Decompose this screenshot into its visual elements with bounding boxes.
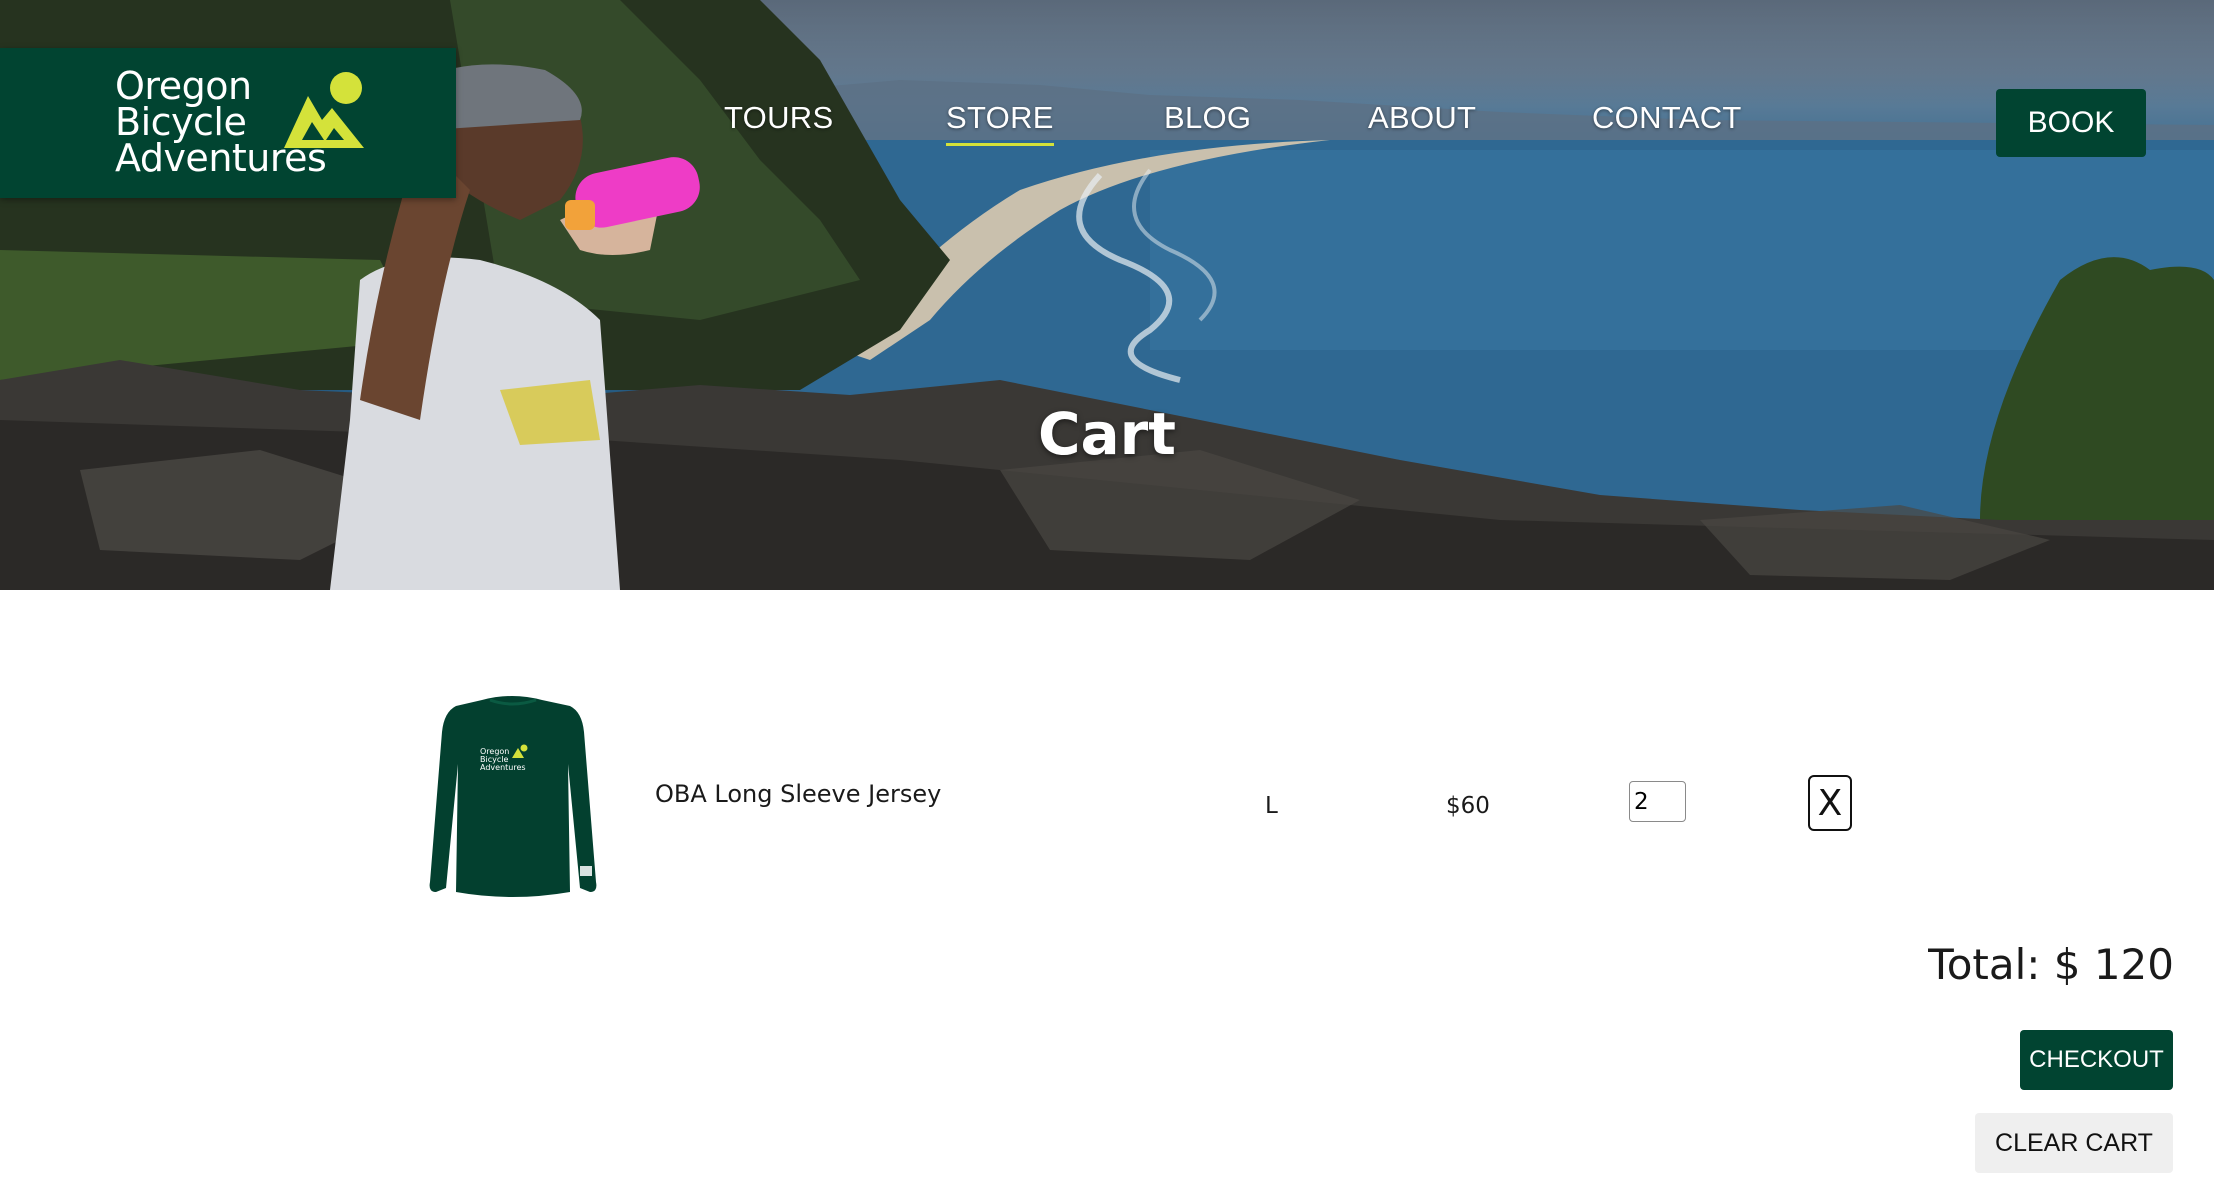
clear-cart-button[interactable]: CLEAR CART (1975, 1113, 2173, 1173)
book-button[interactable]: BOOK (1996, 89, 2146, 157)
logo-line-adventures: Adventures (115, 136, 327, 180)
cart-item-price: $60 (1446, 793, 1490, 819)
cart-total: Total: $ 120 (1928, 940, 2174, 989)
checkout-button[interactable]: CHECKOUT (2020, 1030, 2173, 1090)
site-logo[interactable]: Oregon Bicycle Adventures (0, 48, 456, 198)
nav-tours[interactable]: TOURS (724, 100, 833, 136)
quantity-input[interactable] (1629, 781, 1686, 822)
logo-line-oregon: Oregon (115, 64, 252, 108)
cart-item-size: L (1265, 793, 1278, 819)
logo-wordmark: Oregon Bicycle Adventures (115, 64, 327, 180)
mountain-sun-icon (284, 72, 364, 148)
nav-blog[interactable]: BLOG (1164, 100, 1251, 136)
nav-store[interactable]: STORE (946, 100, 1054, 146)
hero-banner: Oregon Bicycle Adventures TOURS STORE BL… (0, 0, 2214, 590)
jersey-image: Oregon Bicycle Adventures (429, 696, 597, 897)
nav-about[interactable]: ABOUT (1368, 100, 1476, 136)
logo-line-bicycle: Bicycle (115, 100, 247, 144)
remove-item-button[interactable]: X (1808, 775, 1852, 831)
svg-text:Adventures: Adventures (480, 763, 526, 772)
cart-item-name: OBA Long Sleeve Jersey (655, 780, 942, 808)
nav-contact[interactable]: CONTACT (1592, 100, 1742, 136)
page-title: Cart (1037, 400, 1177, 468)
